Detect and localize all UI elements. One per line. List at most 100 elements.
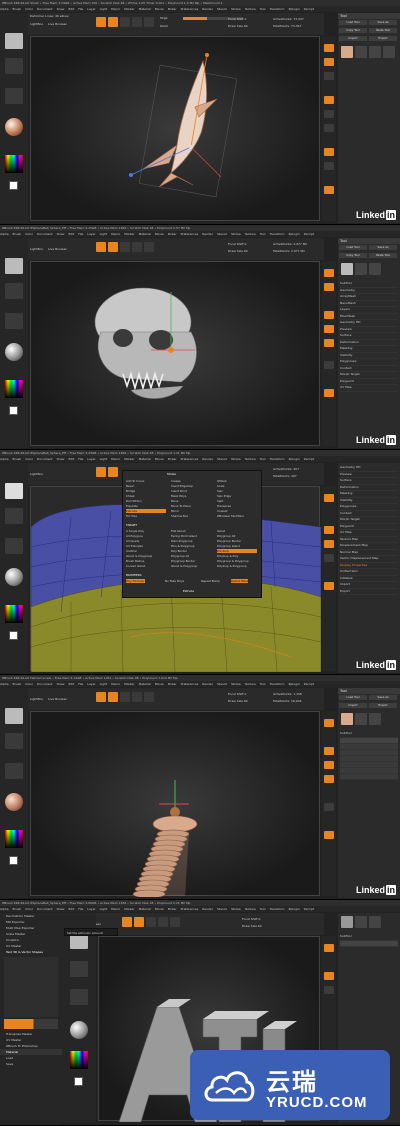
menu-alpha[interactable]: Alpha [0, 7, 9, 11]
move-view-button[interactable] [324, 311, 334, 319]
menu-marker[interactable]: Marker [124, 907, 134, 911]
menu-brush[interactable]: Brush [13, 907, 22, 911]
subtool-row[interactable] [340, 773, 398, 780]
menu-picker[interactable]: Picker [168, 907, 177, 911]
menu-zplugin[interactable]: Zplugin [288, 682, 299, 686]
paste-tool-button[interactable]: Paste Tool [369, 28, 397, 33]
tool-thumb-sphere[interactable] [355, 263, 367, 275]
edit-button[interactable] [122, 917, 132, 927]
move-button[interactable] [146, 917, 156, 927]
menu-transform[interactable]: Transform [270, 7, 285, 11]
popup-target[interactable]: Another [126, 549, 137, 553]
edit-button[interactable] [96, 692, 106, 702]
canvas-viewport[interactable] [30, 711, 320, 899]
tool-thumb-polymesh[interactable] [369, 916, 381, 928]
transp-button[interactable] [324, 831, 334, 839]
menu-marker[interactable]: Marker [124, 682, 134, 686]
menu-brush[interactable]: Brush [13, 457, 22, 461]
menu-texture[interactable]: Texture [245, 7, 256, 11]
menu-light[interactable]: Light [100, 682, 108, 686]
save-as-button[interactable]: Save As [369, 20, 397, 25]
popup-target[interactable]: Polygroup Border [171, 559, 195, 563]
menu-movie[interactable]: Movie [155, 907, 164, 911]
menu-light[interactable]: Light [100, 232, 108, 236]
tool-thumb-skull[interactable] [341, 263, 353, 275]
menu-zscript[interactable]: Zscript [304, 907, 314, 911]
subtool-row[interactable] [340, 940, 398, 947]
popup-item[interactable]: Insert Point [171, 489, 187, 493]
polyf-button[interactable] [324, 803, 334, 811]
bpr-button[interactable] [324, 44, 334, 52]
menu-edit[interactable]: Edit [68, 232, 74, 236]
menu-file[interactable]: File [78, 907, 83, 911]
polyf-button[interactable] [324, 582, 334, 590]
popup-item[interactable]: Unweld [217, 509, 227, 513]
export-button[interactable]: Export [369, 36, 397, 41]
popup-modifier[interactable]: Repeat Bump [201, 579, 220, 583]
menu-transform[interactable]: Transform [270, 457, 285, 461]
menu-render[interactable]: Render [202, 232, 213, 236]
lightbox-button[interactable]: LightBox [30, 697, 43, 701]
popup-item[interactable]: Move [171, 499, 179, 503]
lightbox-button[interactable]: LightBox [30, 247, 43, 251]
menu-render[interactable]: Render [202, 907, 213, 911]
popup-target[interactable]: Island [217, 529, 225, 533]
load-tool-button[interactable]: Load Tool [339, 245, 367, 250]
menu-movie[interactable]: Movie [155, 7, 164, 11]
popup-item[interactable]: Transpose [217, 504, 231, 508]
menu-transform[interactable]: Transform [270, 682, 285, 686]
polyf-button[interactable] [324, 148, 334, 156]
popup-target[interactable]: Facing Point Island [171, 534, 197, 538]
menu-edit[interactable]: Edit [68, 457, 74, 461]
live-boolean-button[interactable]: Live Boolean [48, 697, 67, 701]
menu-document[interactable]: Document [37, 682, 53, 686]
menu-file[interactable]: File [78, 232, 83, 236]
rotate-view-button[interactable] [324, 554, 334, 562]
menu-movie[interactable]: Movie [155, 682, 164, 686]
menu-layer[interactable]: Layer [87, 682, 95, 686]
menu-document[interactable]: Document [37, 232, 53, 236]
lightbox-button[interactable]: LightBox [30, 22, 43, 26]
move-button[interactable] [120, 17, 130, 27]
menu-file[interactable]: File [78, 7, 83, 11]
popup-item[interactable]: Mirror [171, 509, 179, 513]
menu-color[interactable]: Color [25, 7, 33, 11]
stroke-icon[interactable] [5, 58, 23, 74]
menu-file[interactable]: File [78, 457, 83, 461]
stroke-icon[interactable] [5, 283, 23, 299]
popup-target[interactable]: Polygroup Island [217, 544, 240, 548]
menu-stroke[interactable]: Stroke [231, 7, 241, 11]
brush-icon[interactable] [5, 33, 23, 49]
color-picker[interactable] [5, 155, 23, 173]
popup-target[interactable]: Polygroup Alt [217, 534, 236, 538]
subpalette-export[interactable]: Export [340, 589, 398, 595]
menu-alpha[interactable]: Alpha [0, 682, 9, 686]
popup-target[interactable]: Brush Radius [126, 559, 144, 563]
transp-button[interactable] [324, 389, 334, 397]
menu-transform[interactable]: Transform [270, 907, 285, 911]
menu-marker[interactable]: Marker [124, 457, 134, 461]
text3d-slider[interactable] [4, 1019, 58, 1029]
menu-movie[interactable]: Movie [155, 457, 164, 461]
menu-file[interactable]: File [78, 682, 83, 686]
popup-target[interactable]: Polyloop & Polygroup [217, 564, 247, 568]
popup-item-extrude[interactable]: Extrude [126, 509, 166, 513]
scale-button[interactable] [132, 17, 142, 27]
rotate-view-button[interactable] [324, 775, 334, 783]
scale-button[interactable] [158, 917, 168, 927]
popup-item[interactable]: Crease [171, 479, 181, 483]
persp-button[interactable] [324, 58, 334, 66]
popup-item[interactable]: Spin [217, 489, 223, 493]
menu-texture[interactable]: Texture [245, 682, 256, 686]
stroke-icon[interactable] [5, 508, 23, 524]
main-color-swatch[interactable] [9, 406, 18, 415]
menu-light[interactable]: Light [100, 7, 108, 11]
menu-picker[interactable]: Picker [168, 7, 177, 11]
popup-modifier[interactable]: No Fake Polys [165, 579, 184, 583]
draw-button[interactable] [108, 692, 118, 702]
bpr-button[interactable] [324, 719, 334, 727]
menu-light[interactable]: Light [100, 457, 108, 461]
menu-brush[interactable]: Brush [13, 682, 22, 686]
draw-button[interactable] [108, 17, 118, 27]
menu-color[interactable]: Color [25, 907, 33, 911]
